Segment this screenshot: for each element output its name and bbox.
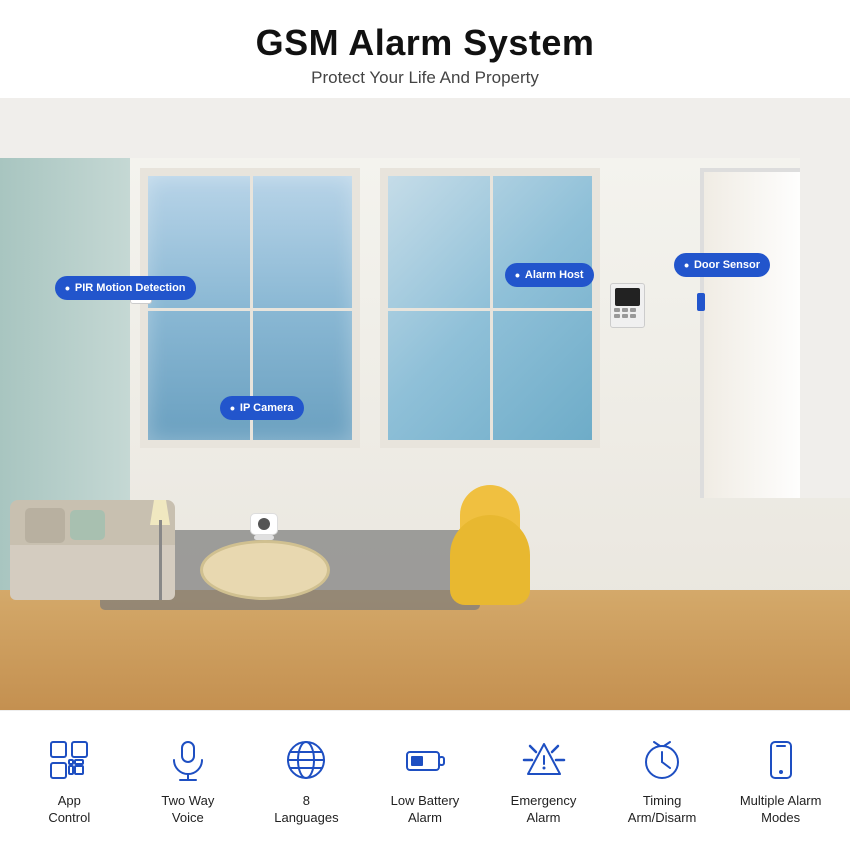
main-title: GSM Alarm System [20,22,830,64]
phone-icon [756,735,806,785]
feature-app-control: AppControl [17,735,122,827]
feature-emergency-alarm: EmergencyAlarm [491,735,596,827]
tooltip-pir: PIR Motion Detection [55,276,196,300]
tooltip-door: Door Sensor [674,253,770,277]
app-icon [44,735,94,785]
two-way-voice-label: Two WayVoice [161,793,214,827]
multiple-alarm-label: Multiple AlarmModes [740,793,822,827]
features-bar: AppControl Two WayVoice [0,710,850,850]
feature-low-battery: Low BatteryAlarm [372,735,477,827]
languages-label: 8Languages [274,793,338,827]
timing-label: TimingArm/Disarm [628,793,697,827]
alarm-panel [610,283,645,328]
emergency-alarm-label: EmergencyAlarm [511,793,577,827]
siren-icon [519,735,569,785]
clock-icon [637,735,687,785]
lamp [150,500,170,600]
door-sensor [697,293,705,311]
feature-two-way-voice: Two WayVoice [135,735,240,827]
tooltip-camera: IP Camera [220,396,304,420]
battery-icon [400,735,450,785]
tooltip-alarm: Alarm Host [505,263,594,287]
room-scene: PIR Motion Detection IP Camera Alarm Hos… [0,98,850,710]
feature-multiple-alarm: Multiple AlarmModes [728,735,833,827]
chair [440,485,540,605]
wall-right [800,98,850,498]
coffee-table [200,540,330,600]
ip-camera [250,510,280,545]
feature-timing: TimingArm/Disarm [610,735,715,827]
low-battery-label: Low BatteryAlarm [391,793,460,827]
ceiling [0,98,850,158]
microphone-icon [163,735,213,785]
window-right [380,168,600,448]
door-right [700,168,810,498]
globe-icon [281,735,331,785]
app-control-label: AppControl [48,793,90,827]
header: GSM Alarm System Protect Your Life And P… [0,0,850,98]
subtitle: Protect Your Life And Property [20,68,830,88]
feature-languages: 8Languages [254,735,359,827]
main-container: GSM Alarm System Protect Your Life And P… [0,0,850,850]
